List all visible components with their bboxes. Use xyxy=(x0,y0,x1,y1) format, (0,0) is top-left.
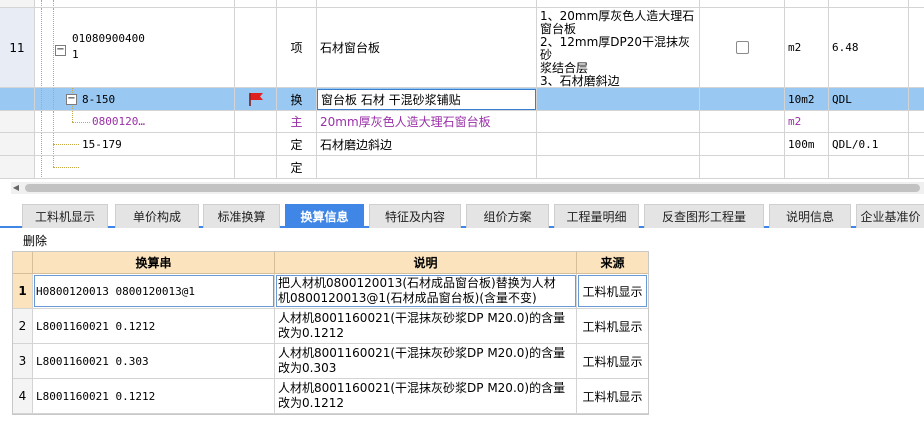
row-header-corner xyxy=(13,252,33,274)
tab-quantity-details[interactable]: 工程量明细 xyxy=(554,204,639,228)
code-cell[interactable]: 15-179 xyxy=(35,133,235,155)
tab-description[interactable]: 说明信息 xyxy=(769,204,851,228)
red-flag-icon xyxy=(248,93,263,106)
feature-desc-cell[interactable]: 1、20mm厚灰色人造大理石 窗台板 2、12mm厚DP20干混抹灰砂 浆结合层… xyxy=(537,8,700,87)
conversion-desc[interactable]: 人材机8001160021(干混抹灰砂浆DP M20.0)的含量 改为0.121… xyxy=(275,309,577,343)
conversion-desc[interactable]: 人材机8001160021(干混抹灰砂浆DP M20.0)的含量 改为0.121… xyxy=(275,379,577,413)
tab-pricing-plan[interactable]: 组价方案 xyxy=(466,204,549,228)
conversion-source[interactable]: 工料机显示 xyxy=(577,344,648,378)
conversion-desc[interactable]: 人材机8001160021(干混抹灰砂浆DP M20.0)的含量 改为0.303 xyxy=(275,344,577,378)
row-number: 4 xyxy=(13,379,33,413)
column-header-string[interactable]: 换算串 xyxy=(33,252,275,274)
conversion-source[interactable]: 工料机显示 xyxy=(577,309,648,343)
code-cell[interactable]: 0800120… xyxy=(35,111,235,132)
conversion-string[interactable]: H0800120013 0800120013@1 xyxy=(33,274,275,308)
unit-cell: m2 xyxy=(785,8,829,87)
detail-tab-bar: 工料机显示 单价构成 标准换算 换算信息 特征及内容 组价方案 工程量明细 反查… xyxy=(0,200,924,228)
tab-enterprise-price[interactable]: 企业基准价 xyxy=(856,204,924,228)
column-header-source[interactable]: 来源 xyxy=(577,252,648,274)
table-row[interactable]: 4 L8001160021 0.1212 人材机8001160021(干混抹灰砂… xyxy=(13,379,648,414)
unit-cell: 10m2 xyxy=(785,88,829,110)
type-cell: 定 xyxy=(277,133,317,155)
scrollbar-thumb[interactable] xyxy=(25,184,920,192)
conversion-string[interactable]: L8001160021 0.1212 xyxy=(33,379,275,413)
scroll-left-icon[interactable]: ◀ xyxy=(11,183,21,193)
column-header-desc[interactable]: 说明 xyxy=(275,252,577,274)
table-row[interactable]: 0800120… 主 20mm厚灰色人造大理石窗台板 m2 xyxy=(0,111,924,133)
name-cell[interactable]: 石材磨边斜边 xyxy=(317,133,537,155)
tab-graphic-quantity[interactable]: 反查图形工程量 xyxy=(644,204,764,228)
row-number xyxy=(0,111,35,132)
quantity-cell[interactable]: QDL xyxy=(829,88,909,110)
table-row[interactable]: 11 − 01080900400 1 项 石材窗台板 1、20mm厚灰色人造大理… xyxy=(0,8,924,88)
table-row[interactable]: 1 H0800120013 0800120013@1 把人材机080012001… xyxy=(13,274,648,309)
tab-conversion-info[interactable]: 换算信息 xyxy=(285,204,364,228)
unit-cell: m2 xyxy=(785,111,829,132)
quota-code: 15-179 xyxy=(82,138,122,151)
conversion-string[interactable]: L8001160021 0.303 xyxy=(33,344,275,378)
row-number xyxy=(0,88,35,110)
conversion-source[interactable]: 工料机显示 xyxy=(577,274,648,308)
table-row[interactable]: 2 L8001160021 0.1212 人材机8001160021(干混抹灰砂… xyxy=(13,309,648,344)
row-number xyxy=(0,156,35,178)
row-number: 11 xyxy=(0,8,35,87)
quantity-cell[interactable]: QDL/0.1 xyxy=(829,133,909,155)
collapse-icon[interactable]: − xyxy=(55,45,66,56)
row-number: 3 xyxy=(13,344,33,378)
delete-button[interactable]: 删除 xyxy=(23,232,47,249)
item-checkbox[interactable] xyxy=(735,41,749,54)
tab-features[interactable]: 特征及内容 xyxy=(369,204,461,228)
table-row[interactable]: 3 L8001160021 0.303 人材机8001160021(干混抹灰砂浆… xyxy=(13,344,648,379)
row-number: 2 xyxy=(13,309,33,343)
type-cell: 主 xyxy=(277,111,317,132)
quantity-cell[interactable]: 6.48 xyxy=(829,8,909,87)
conversion-desc[interactable]: 把人材机0800120013(石材成品窗台板)替换为人材 机0800120013… xyxy=(275,274,577,308)
table-row[interactable]: 定 xyxy=(0,156,924,179)
item-code-line1: 01080900400 xyxy=(72,32,145,45)
row-number xyxy=(0,133,35,155)
tab-labor-material[interactable]: 工料机显示 xyxy=(22,204,108,228)
conversion-source[interactable]: 工料机显示 xyxy=(577,379,648,413)
tab-standard-conversion[interactable]: 标准换算 xyxy=(203,204,280,228)
table-row-selected[interactable]: − 8-150 换 窗台板 石材 干混砂浆铺贴 10m2 QDL xyxy=(0,88,924,111)
material-code: 0800120… xyxy=(92,115,145,128)
conversion-info-grid: 换算串 说明 来源 1 H0800120013 0800120013@1 把人材… xyxy=(12,251,649,415)
name-cell[interactable]: 20mm厚灰色人造大理石窗台板 xyxy=(317,111,537,132)
item-code-line2: 1 xyxy=(72,48,79,61)
code-cell[interactable]: − 01080900400 1 xyxy=(35,8,235,87)
type-cell: 换 xyxy=(277,88,317,110)
unit-cell: 100m xyxy=(785,133,829,155)
name-edit-input[interactable]: 窗台板 石材 干混砂浆铺贴 xyxy=(317,88,536,110)
item-grid: 11 − 01080900400 1 项 石材窗台板 1、20mm厚灰色人造大理… xyxy=(0,0,924,180)
code-cell[interactable] xyxy=(35,156,235,178)
table-row[interactable]: 15-179 定 石材磨边斜边 100m QDL/0.1 xyxy=(0,133,924,156)
row-number xyxy=(0,0,35,7)
name-cell[interactable]: 石材窗台板 xyxy=(317,8,537,87)
code-cell[interactable] xyxy=(35,0,235,7)
table-row[interactable] xyxy=(0,0,924,8)
conversion-string[interactable]: L8001160021 0.1212 xyxy=(33,309,275,343)
code-cell[interactable]: − 8-150 xyxy=(35,88,235,110)
tab-unit-price[interactable]: 单价构成 xyxy=(115,204,199,228)
quota-code: 8-150 xyxy=(82,93,116,106)
collapse-icon[interactable]: − xyxy=(66,94,77,105)
horizontal-scrollbar[interactable]: ◀ xyxy=(11,182,924,194)
type-cell: 项 xyxy=(277,8,317,87)
row-number: 1 xyxy=(13,274,33,308)
type-cell: 定 xyxy=(277,156,317,178)
